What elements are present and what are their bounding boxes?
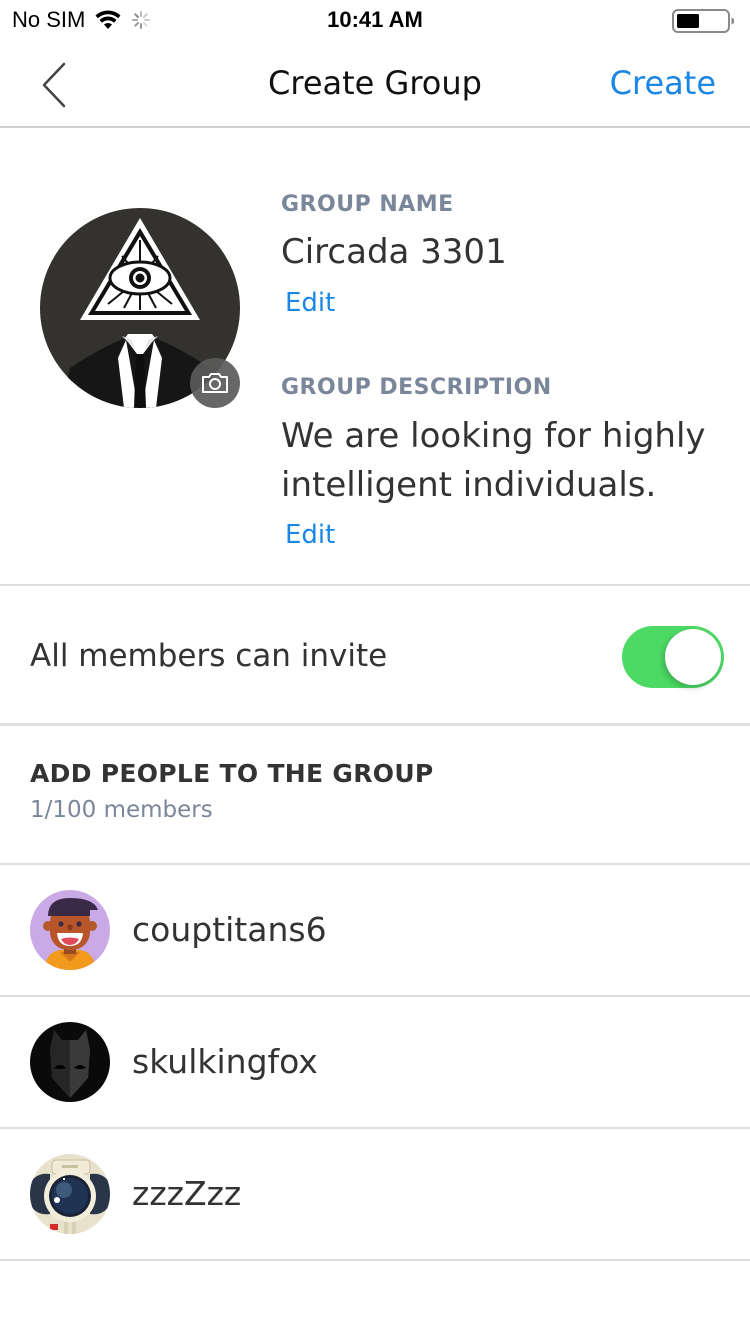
create-button[interactable]: Create xyxy=(610,64,716,102)
member-name: skulkingfox xyxy=(132,1042,318,1081)
nav-bar: Create Group Create xyxy=(0,40,750,128)
avatar xyxy=(30,890,110,970)
member-name: zzzZzz xyxy=(132,1174,242,1213)
invite-toggle[interactable] xyxy=(622,626,724,688)
toggle-knob xyxy=(665,629,721,685)
astronaut-avatar-icon xyxy=(30,1154,110,1234)
camera-icon xyxy=(202,373,228,393)
group-name-value: Circada 3301 xyxy=(281,232,507,272)
status-time: 10:41 AM xyxy=(327,7,423,32)
invite-setting-label: All members can invite xyxy=(30,638,388,674)
group-description-line-2: intelligent individuals. xyxy=(281,465,657,505)
member-row[interactable]: zzzZzz xyxy=(0,1129,750,1261)
add-people-header[interactable]: ADD PEOPLE TO THE GROUP 1/100 members xyxy=(0,727,750,865)
member-row[interactable]: skulkingfox xyxy=(0,997,750,1129)
battery-icon xyxy=(672,9,734,33)
group-description-label: GROUP DESCRIPTION xyxy=(281,375,552,400)
avatar xyxy=(30,1154,110,1234)
dark-mask-avatar-icon xyxy=(30,1022,110,1102)
group-info-section: GROUP NAME Circada 3301 Edit GROUP DESCR… xyxy=(0,130,750,586)
cartoon-boy-avatar-icon xyxy=(30,890,110,970)
edit-group-description-link[interactable]: Edit xyxy=(285,520,335,550)
add-people-title: ADD PEOPLE TO THE GROUP xyxy=(30,759,434,788)
status-bar: No SIM 10:41 AM xyxy=(0,0,750,40)
member-list: couptitans6 skulkingfox zzzZzz xyxy=(0,865,750,1261)
member-name: couptitans6 xyxy=(132,910,327,949)
member-row[interactable]: couptitans6 xyxy=(0,865,750,997)
group-name-label: GROUP NAME xyxy=(281,192,454,217)
avatar xyxy=(30,1022,110,1102)
member-count: 1/100 members xyxy=(30,797,213,823)
edit-group-name-link[interactable]: Edit xyxy=(285,288,335,318)
invite-setting-row: All members can invite xyxy=(0,588,750,726)
change-photo-button[interactable] xyxy=(190,358,240,408)
group-description-line-1: We are looking for highly xyxy=(281,416,706,456)
